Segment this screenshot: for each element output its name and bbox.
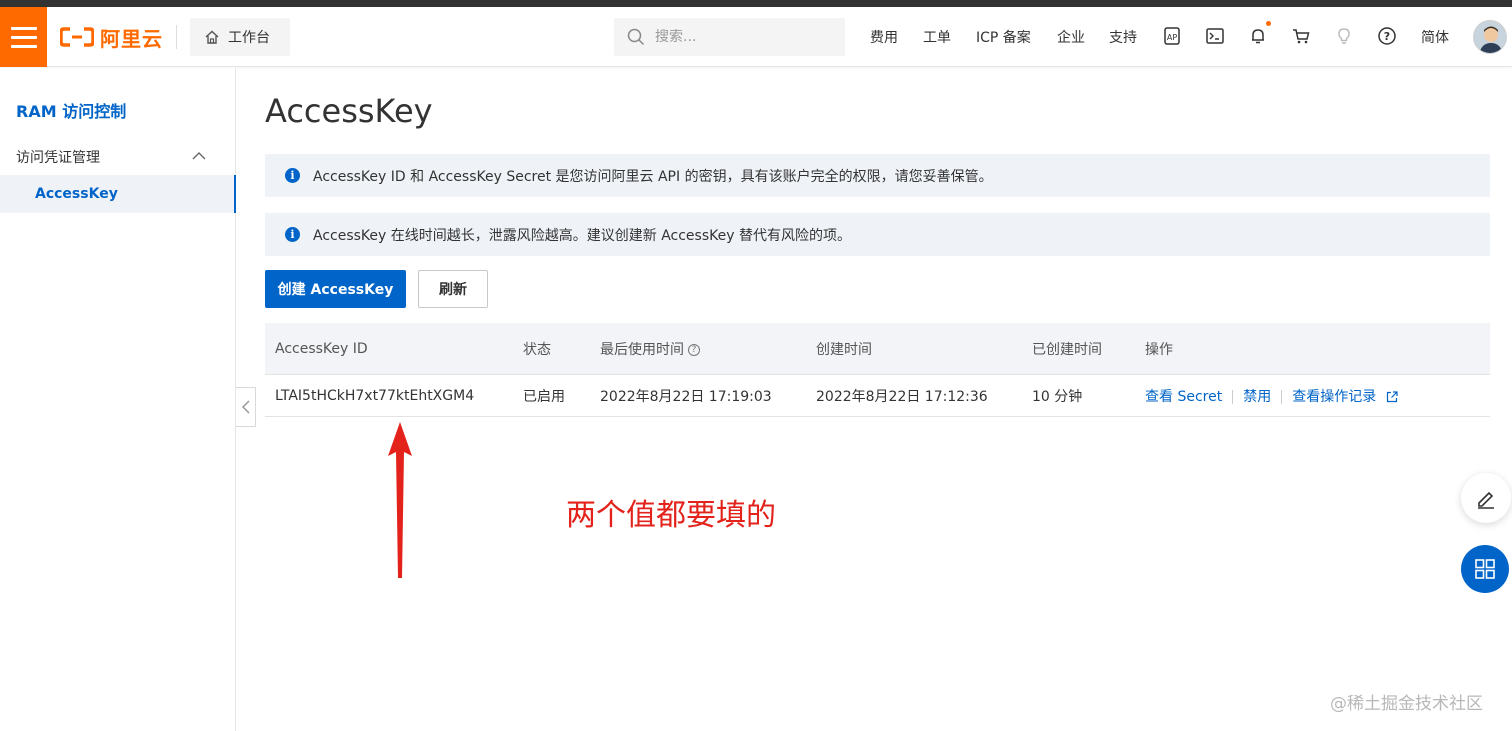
sidebar-title[interactable]: RAM 访问控制 (16, 98, 126, 122)
nav-billing[interactable]: 费用 (870, 27, 898, 47)
logo-text: 阿里云 (100, 26, 163, 51)
table-row: LTAI5tHCkH7xt77ktEhtXGM4 已启用 2022年8月22日 … (265, 375, 1490, 417)
created-time: 2022年8月22日 17:12:36 (816, 388, 988, 405)
accesskey-id: LTAI5tHCkH7xt77ktEhtXGM4 (275, 387, 475, 404)
search-input[interactable] (655, 29, 825, 45)
hamburger-menu-button[interactable] (0, 7, 47, 67)
svg-text:AP: AP (1167, 33, 1177, 42)
view-secret-link[interactable]: 查看 Secret (1145, 389, 1222, 405)
action-divider (1281, 389, 1283, 404)
sidebar-item-label: AccessKey (35, 186, 118, 202)
chevron-left-icon (241, 400, 250, 414)
column-header: AccessKey ID (275, 340, 368, 357)
aliyun-logo-icon (60, 27, 94, 47)
cart-icon[interactable] (1288, 23, 1314, 49)
feedback-button[interactable] (1461, 473, 1511, 523)
column-header: 操作 (1145, 341, 1173, 358)
column-header: 已创建时间 (1032, 341, 1102, 358)
disable-link[interactable]: 禁用 (1243, 389, 1271, 405)
chevron-up-icon[interactable] (191, 148, 207, 164)
lightbulb-icon[interactable] (1331, 23, 1357, 49)
pencil-icon (1478, 491, 1494, 509)
nav-icp[interactable]: ICP 备案 (976, 27, 1031, 47)
red-arrow-annotation (388, 422, 412, 578)
search-icon (627, 28, 645, 46)
api-icon[interactable]: AP (1159, 23, 1185, 49)
refresh-button[interactable]: 刷新 (418, 270, 488, 308)
column-header-last-used: 最后使用时间? (600, 339, 700, 359)
page-title: AccessKey (265, 92, 433, 130)
grid-icon (1475, 559, 1495, 579)
nav-support[interactable]: 支持 (1109, 27, 1137, 47)
nav-enterprise[interactable]: 企业 (1057, 27, 1085, 47)
svg-text:?: ? (1384, 30, 1390, 43)
watermark: @稀土掘金技术社区 (1330, 694, 1483, 714)
status-text: 已启用 (523, 388, 565, 405)
external-link-icon[interactable] (1386, 390, 1398, 403)
sidebar-collapse-handle[interactable] (236, 387, 256, 427)
accesskey-table: AccessKey ID 状态 最后使用时间? 创建时间 已创建时间 操作 LT… (265, 323, 1490, 417)
user-avatar[interactable] (1473, 20, 1507, 54)
table-header: AccessKey ID 状态 最后使用时间? 创建时间 已创建时间 操作 (265, 323, 1490, 375)
home-icon (205, 30, 219, 44)
create-accesskey-button[interactable]: 创建 AccessKey (265, 270, 406, 308)
help-icon[interactable]: ? (1374, 23, 1400, 49)
terminal-icon[interactable] (1202, 23, 1228, 49)
column-header: 状态 (523, 341, 551, 358)
logo-divider (176, 25, 177, 49)
alert-text: AccessKey ID 和 AccessKey Secret 是您访问阿里云 … (313, 168, 993, 185)
aliyun-logo[interactable]: 阿里云 (60, 23, 163, 51)
nav-ticket[interactable]: 工单 (923, 27, 951, 47)
sidebar-group-credentials[interactable]: 访问凭证管理 (16, 147, 100, 167)
alert-text: AccessKey 在线时间越长，泄露风险越高。建议创建新 AccessKey … (313, 227, 851, 244)
sidebar-item-accesskey[interactable]: AccessKey (0, 175, 236, 213)
view-log-link[interactable]: 查看操作记录 (1292, 389, 1376, 405)
language-switch[interactable]: 简体 (1421, 27, 1449, 47)
top-navbar: 阿里云 工作台 费用 工单 ICP 备案 企业 支持 AP ? 简体 (0, 7, 1512, 67)
info-icon: i (285, 227, 300, 242)
last-used-time: 2022年8月22日 17:19:03 (600, 388, 772, 405)
search-box[interactable] (614, 18, 845, 56)
sidebar: RAM 访问控制 访问凭证管理 AccessKey (0, 68, 236, 731)
info-icon: i (285, 168, 300, 183)
apps-button[interactable] (1461, 545, 1509, 593)
question-icon[interactable]: ? (688, 343, 700, 356)
action-divider (1232, 389, 1234, 404)
bell-icon[interactable] (1245, 23, 1271, 49)
row-actions: 查看 Secret 禁用 查看操作记录 (1145, 386, 1398, 406)
info-alert: i AccessKey ID 和 AccessKey Secret 是您访问阿里… (265, 154, 1490, 197)
workbench-label: 工作台 (228, 30, 270, 46)
column-header: 创建时间 (816, 341, 872, 358)
warning-alert: i AccessKey 在线时间越长，泄露风险越高。建议创建新 AccessKe… (265, 213, 1490, 256)
window-top-strip (0, 0, 1512, 7)
notification-dot (1266, 21, 1271, 26)
workbench-button[interactable]: 工作台 (190, 18, 290, 56)
annotation-text: 两个值都要填的 (566, 498, 776, 533)
created-age: 10 分钟 (1032, 388, 1083, 405)
